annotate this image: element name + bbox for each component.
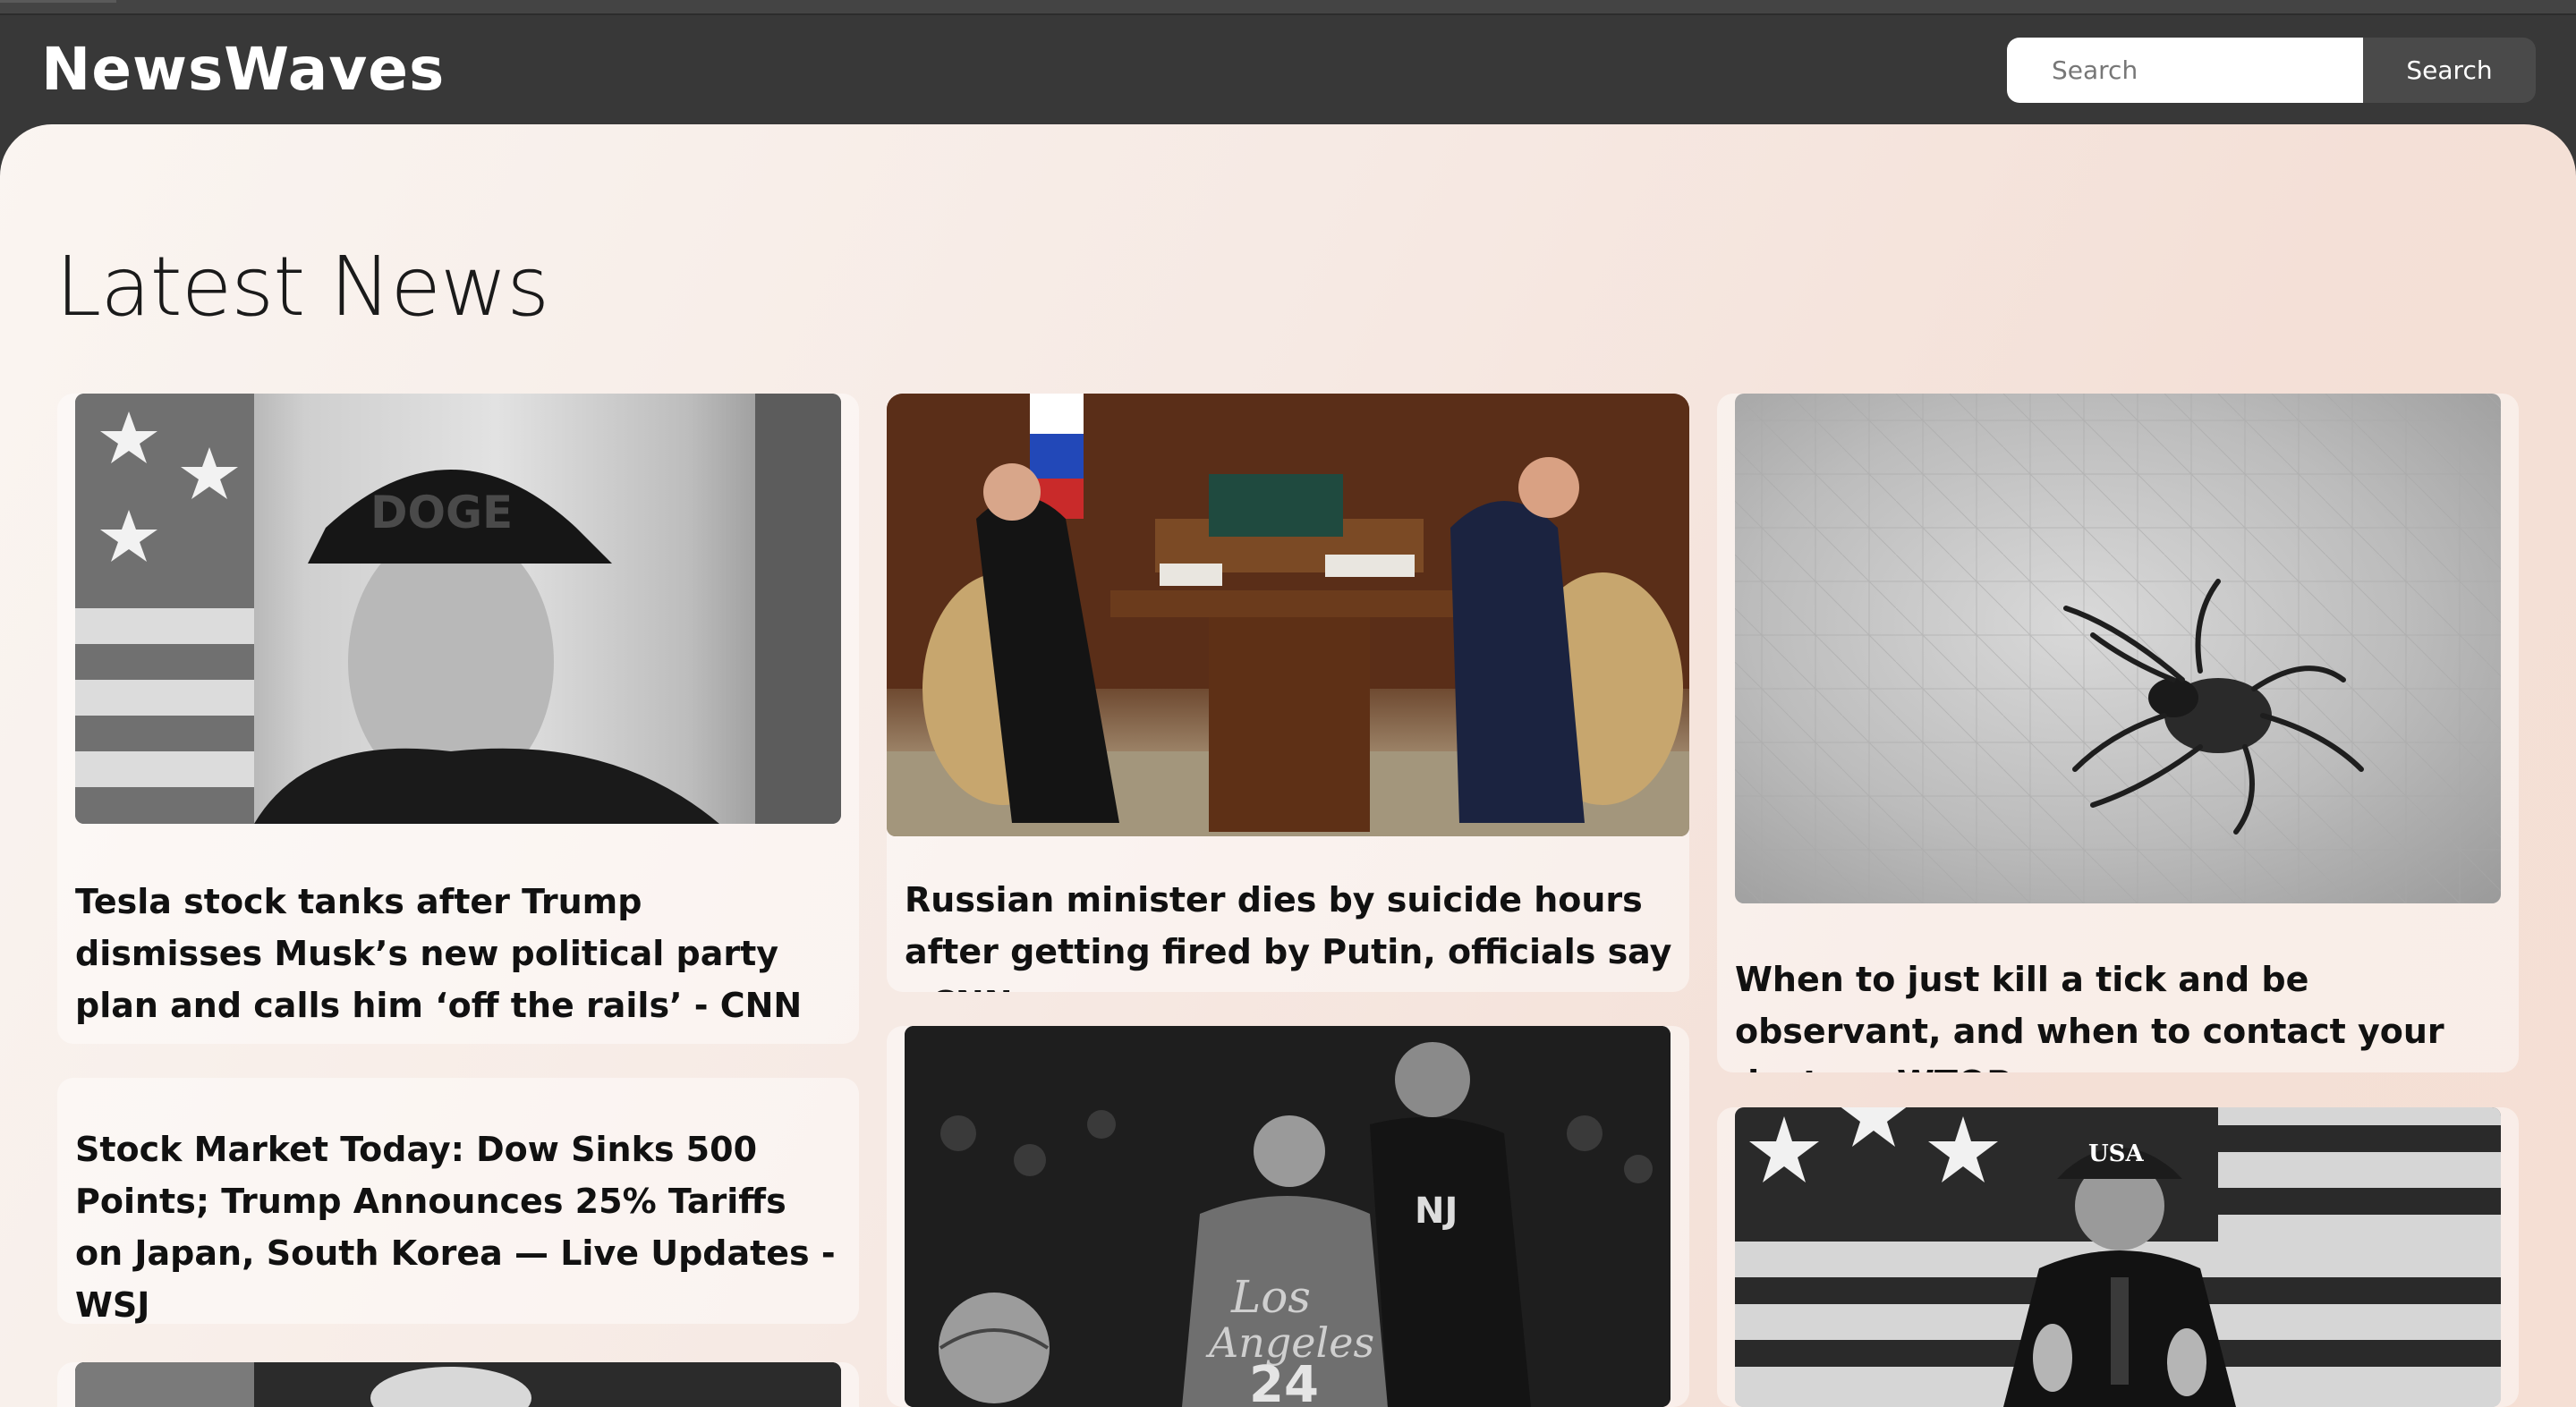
svg-text:USA: USA: [2088, 1140, 2144, 1167]
article-image: DOGE: [75, 394, 841, 824]
trump-usa-cap-photo: USA: [1735, 1107, 2501, 1407]
svg-text:24: 24: [1249, 1356, 1319, 1407]
svg-text:DOGE: DOGE: [370, 487, 513, 538]
article-image: Los Angeles 24 NJ: [905, 1026, 1671, 1407]
browser-top-strip: [0, 0, 2576, 15]
svg-text:NJ: NJ: [1415, 1191, 1458, 1232]
article-image: USA: [1735, 1107, 2501, 1407]
partial-photo: [75, 1362, 841, 1407]
article-headline[interactable]: When to just kill a tick and be observan…: [1735, 954, 2504, 1072]
article-headline[interactable]: Russian minister dies by suicide hours a…: [905, 874, 1674, 992]
site-header: NewsWaves Search: [0, 15, 2576, 126]
search-input[interactable]: [2007, 38, 2363, 103]
article-card[interactable]: DOGE Tesla stock tanks after Trump dismi…: [57, 394, 859, 1044]
article-image: [1735, 394, 2501, 903]
kremlin-meeting-photo: [887, 394, 1689, 836]
article-card[interactable]: [57, 1362, 859, 1407]
tick-on-skin-photo: [1735, 394, 2501, 903]
search-button[interactable]: Search: [2363, 38, 2536, 103]
article-image: [887, 394, 1689, 836]
search-bar: Search: [2007, 38, 2536, 103]
tab-indicator: [0, 0, 116, 3]
elon-musk-photo: DOGE: [75, 394, 841, 824]
article-headline[interactable]: Tesla stock tanks after Trump dismisses …: [75, 876, 809, 1031]
svg-text:Los: Los: [1230, 1271, 1311, 1323]
article-card[interactable]: Stock Market Today: Dow Sinks 500 Points…: [57, 1078, 859, 1324]
main-content: Latest News DOGE Tesla stock tanks after…: [0, 124, 2576, 1407]
article-card[interactable]: USA: [1717, 1107, 2519, 1407]
site-logo[interactable]: NewsWaves: [41, 35, 445, 104]
article-card[interactable]: Russian minister dies by suicide hours a…: [887, 394, 1689, 992]
article-headline[interactable]: Stock Market Today: Dow Sinks 500 Points…: [75, 1123, 845, 1324]
article-card[interactable]: Los Angeles 24 NJ: [887, 1026, 1689, 1407]
basketball-players-photo: Los Angeles 24 NJ: [905, 1026, 1671, 1407]
page-title: Latest News: [55, 239, 549, 335]
article-image: [75, 1362, 841, 1407]
article-card[interactable]: When to just kill a tick and be observan…: [1717, 394, 2519, 1072]
